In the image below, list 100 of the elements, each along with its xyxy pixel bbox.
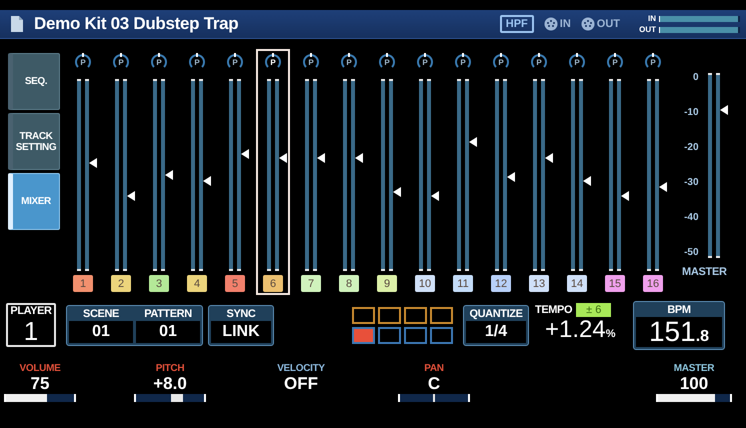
knob[interactable]: P [378, 53, 396, 71]
knob[interactable]: P [188, 53, 206, 71]
fader-thumb[interactable] [127, 191, 135, 202]
channel-number[interactable]: 7 [301, 275, 321, 292]
parameter-value: 100 [680, 374, 708, 394]
knob[interactable]: P [644, 53, 662, 71]
channel-number[interactable]: 1 [73, 275, 93, 292]
parameter-slider[interactable] [4, 394, 76, 402]
channel-number[interactable]: 4 [187, 275, 207, 292]
knob[interactable]: P [302, 53, 320, 71]
tempo-range: ± 6 [576, 303, 612, 317]
knob[interactable]: P [530, 53, 548, 71]
bpm-label: BPM [667, 304, 691, 316]
player-number: 1 [24, 318, 38, 344]
channel-number[interactable]: 10 [415, 275, 435, 292]
channel-number[interactable]: 15 [605, 275, 625, 292]
fader-thumb[interactable] [393, 187, 401, 198]
step-cell[interactable] [378, 306, 401, 324]
parameter-value: +8.0 [153, 374, 187, 394]
player-label: PLAYER [10, 305, 52, 318]
step-cell[interactable] [378, 326, 401, 344]
channel-number[interactable]: 14 [567, 275, 587, 292]
quantize-label: QUANTIZE [469, 308, 523, 320]
channel-number[interactable]: 13 [529, 275, 549, 292]
tempo-value: +1.24% [545, 317, 617, 345]
parameter-slider[interactable] [398, 394, 470, 402]
fader-thumb[interactable] [241, 148, 249, 159]
scene-label: SCENE [83, 308, 119, 320]
midi-label: IN [560, 18, 571, 30]
fader-thumb[interactable] [203, 176, 211, 186]
channel-number[interactable]: 6 [263, 275, 283, 292]
fader-thumb[interactable] [720, 105, 728, 115]
parameter-label: VELOCITY [277, 363, 325, 374]
sync-label: SYNC [226, 308, 256, 320]
channel-number[interactable]: 11 [453, 275, 473, 292]
tempo-label: TEMPO [535, 304, 572, 316]
pattern-value: 01 [136, 320, 200, 342]
mode-tab[interactable]: TRACK SETTING [8, 113, 60, 170]
knob[interactable]: P [340, 53, 358, 71]
knob[interactable]: P [74, 53, 92, 71]
parameter-slider[interactable] [656, 394, 732, 402]
knob[interactable]: P [454, 53, 472, 71]
kit-title: Demo Kit 03 Dubstep Trap [34, 14, 240, 34]
parameter-label: MASTER [674, 363, 714, 374]
mode-tab[interactable]: SEQ. [8, 53, 60, 110]
bpm-value: 151.8 [636, 316, 722, 346]
parameter-value: C [428, 374, 440, 394]
channel-number[interactable]: 12 [491, 275, 511, 292]
scale-label: -30 [684, 178, 699, 188]
fader-thumb[interactable] [469, 137, 477, 148]
step-cell[interactable] [404, 306, 427, 324]
fader-thumb[interactable] [355, 152, 363, 163]
fader-thumb[interactable] [165, 170, 173, 180]
parameter-slider[interactable] [134, 394, 206, 402]
knob[interactable]: P [150, 53, 168, 71]
channel-number[interactable]: 16 [643, 275, 663, 292]
document-icon [10, 15, 24, 33]
sync-value: LINK [211, 320, 271, 342]
quantize-value: 1/4 [466, 320, 526, 342]
knob[interactable]: P [606, 53, 624, 71]
fader-thumb[interactable] [507, 172, 515, 182]
fader-thumb[interactable] [89, 158, 97, 168]
fader-thumb[interactable] [583, 176, 591, 186]
parameter-value: OFF [284, 374, 318, 394]
scene-value: 01 [69, 320, 133, 342]
step-cell[interactable] [404, 326, 427, 344]
fader-thumb[interactable] [279, 152, 287, 163]
fader-thumb[interactable] [621, 191, 629, 202]
channel-number[interactable]: 2 [111, 275, 131, 292]
fader-thumb[interactable] [317, 152, 325, 163]
knob[interactable]: P [112, 53, 130, 71]
filter-badge: HPF [500, 15, 534, 33]
channel-number[interactable]: 8 [339, 275, 359, 292]
meter-label: OUT [638, 25, 656, 34]
fader-thumb[interactable] [431, 191, 439, 202]
channel-number[interactable]: 3 [149, 275, 169, 292]
fader-thumb[interactable] [659, 182, 667, 192]
midi-port-icon [580, 17, 595, 31]
fader-thumb[interactable] [545, 152, 553, 163]
knob[interactable]: P [492, 53, 510, 71]
knob[interactable]: P [264, 53, 282, 71]
scale-label: -10 [684, 108, 699, 118]
step-cell[interactable] [430, 306, 453, 324]
scale-label: -20 [684, 143, 699, 153]
pattern-label: PATTERN [144, 308, 192, 320]
parameter-label: PITCH [156, 363, 184, 374]
knob[interactable]: P [416, 53, 434, 71]
scale-label: -50 [684, 248, 699, 258]
knob[interactable]: P [568, 53, 586, 71]
step-cell[interactable] [352, 306, 375, 324]
knob[interactable]: P [226, 53, 244, 71]
scale-label: -40 [684, 213, 699, 223]
midi-port-icon [544, 17, 558, 31]
step-cell[interactable] [430, 326, 453, 344]
parameter-label: VOLUME [20, 363, 60, 374]
parameter-label: PAN [424, 363, 444, 374]
channel-number[interactable]: 9 [377, 275, 397, 292]
step-cell[interactable] [352, 326, 375, 344]
scale-label: 0 [692, 73, 699, 83]
slider-thumb[interactable] [170, 394, 183, 402]
